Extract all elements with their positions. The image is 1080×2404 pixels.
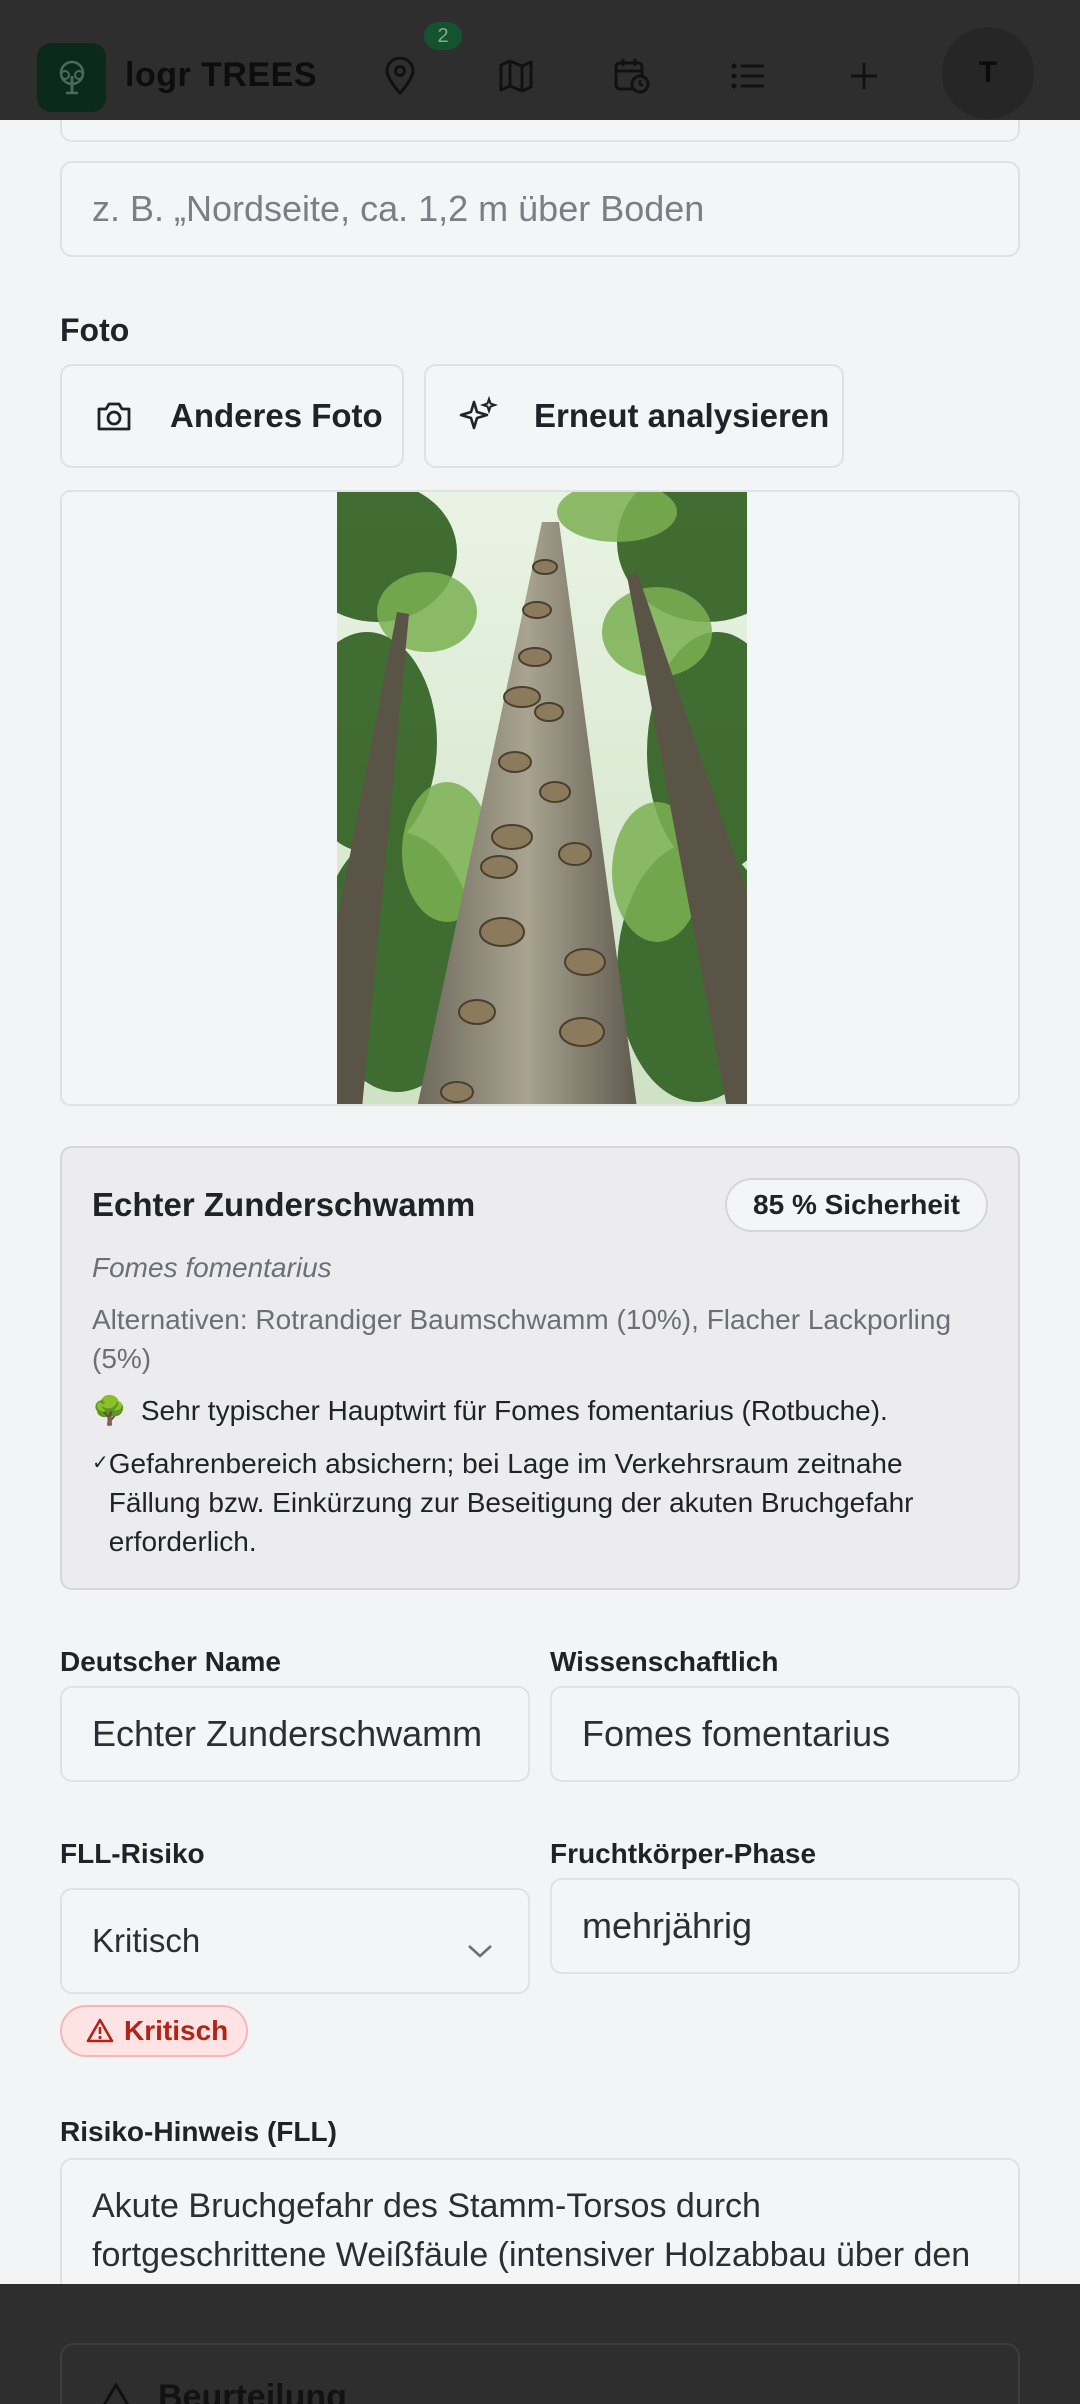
- scientific-name-value: Fomes fomentarius: [582, 1713, 891, 1754]
- reanalyze-label: Erneut analysieren: [534, 397, 830, 434]
- change-photo-button[interactable]: Anderes Foto: [60, 364, 404, 468]
- warning-icon: [86, 2018, 114, 2044]
- map-icon[interactable]: [494, 54, 538, 98]
- location-description-input[interactable]: z. B. „Nordseite, ca. 1,2 m über Boden: [60, 161, 1020, 257]
- photo-section-label: Foto: [60, 312, 130, 348]
- sparkles-icon: [456, 394, 500, 438]
- notification-badge: 2: [424, 22, 462, 50]
- photo-preview: [60, 490, 1020, 1106]
- german-name-input[interactable]: Echter Zunderschwamm: [60, 1686, 530, 1782]
- change-photo-label: Anderes Foto: [170, 397, 383, 434]
- tree-emoji-icon: 🌳: [92, 1395, 127, 1426]
- user-avatar[interactable]: T: [942, 27, 1034, 119]
- recommendation: ✓ Gefahrenbereich absichern; bei Lage im…: [92, 1444, 992, 1561]
- german-name-label: Deutscher Name: [60, 1646, 281, 1677]
- camera-icon: [92, 394, 136, 438]
- assessment-warning-icon: [98, 2382, 134, 2404]
- fll-risk-label: FLL-Risiko: [60, 1838, 205, 1869]
- risk-note-value: Akute Bruchgefahr des Stamm-Torsos durch…: [92, 2187, 971, 2274]
- phase-value: mehrjährig: [582, 1905, 753, 1946]
- confidence-badge: 85 % Sicherheit: [725, 1178, 988, 1232]
- fll-risk-value: Kritisch: [92, 1922, 201, 1959]
- risk-status-label: Kritisch: [124, 2015, 229, 2046]
- top-app-bar: logr TREES 2 T: [0, 0, 1080, 120]
- location-placeholder: z. B. „Nordseite, ca. 1,2 m über Boden: [92, 188, 705, 229]
- check-icon: ✓: [92, 1452, 109, 1474]
- risk-status-badge: Kritisch: [60, 2005, 248, 2057]
- host-note: 🌳 Sehr typischer Hauptwirt für Fomes fom…: [92, 1394, 888, 1427]
- scientific-name-input[interactable]: Fomes fomentarius: [550, 1686, 1020, 1782]
- german-name-value: Echter Zunderschwamm: [92, 1713, 483, 1754]
- calendar-clock-icon[interactable]: [610, 54, 654, 98]
- reanalyze-button[interactable]: Erneut analysieren: [424, 364, 844, 468]
- scientific-name-label: Wissenschaftlich: [550, 1646, 779, 1677]
- assessment-section-title: Beurteilung: [158, 2378, 347, 2404]
- fll-risk-select[interactable]: Kritisch: [60, 1888, 530, 1994]
- tree-fungus-photo: [337, 492, 747, 1104]
- phase-input[interactable]: mehrjährig: [550, 1878, 1020, 1974]
- result-scientific-name: Fomes fomentarius: [92, 1252, 332, 1283]
- recommendation-text: Gefahrenbereich absichern; bei Lage im V…: [108, 1448, 914, 1557]
- app-brand[interactable]: logr TREES: [125, 56, 317, 95]
- tree-logo-icon[interactable]: [37, 43, 106, 112]
- risk-note-label: Risiko-Hinweis (FLL): [60, 2116, 337, 2147]
- host-note-text: Sehr typischer Hauptwirt für Fomes fomen…: [140, 1394, 888, 1426]
- phase-label: Fruchtkörper-Phase: [550, 1838, 817, 1869]
- list-icon[interactable]: [726, 54, 770, 98]
- result-alternatives: Alternativen: Rotrandiger Baumschwamm (1…: [92, 1304, 952, 1374]
- result-common-name: Echter Zunderschwamm: [92, 1186, 476, 1223]
- identification-result-card: Echter Zunderschwamm 85 % Sicherheit Fom…: [60, 1146, 1020, 1590]
- chevron-down-icon: [466, 1930, 494, 1968]
- plus-icon[interactable]: [842, 54, 886, 98]
- map-pin-icon[interactable]: [378, 54, 422, 98]
